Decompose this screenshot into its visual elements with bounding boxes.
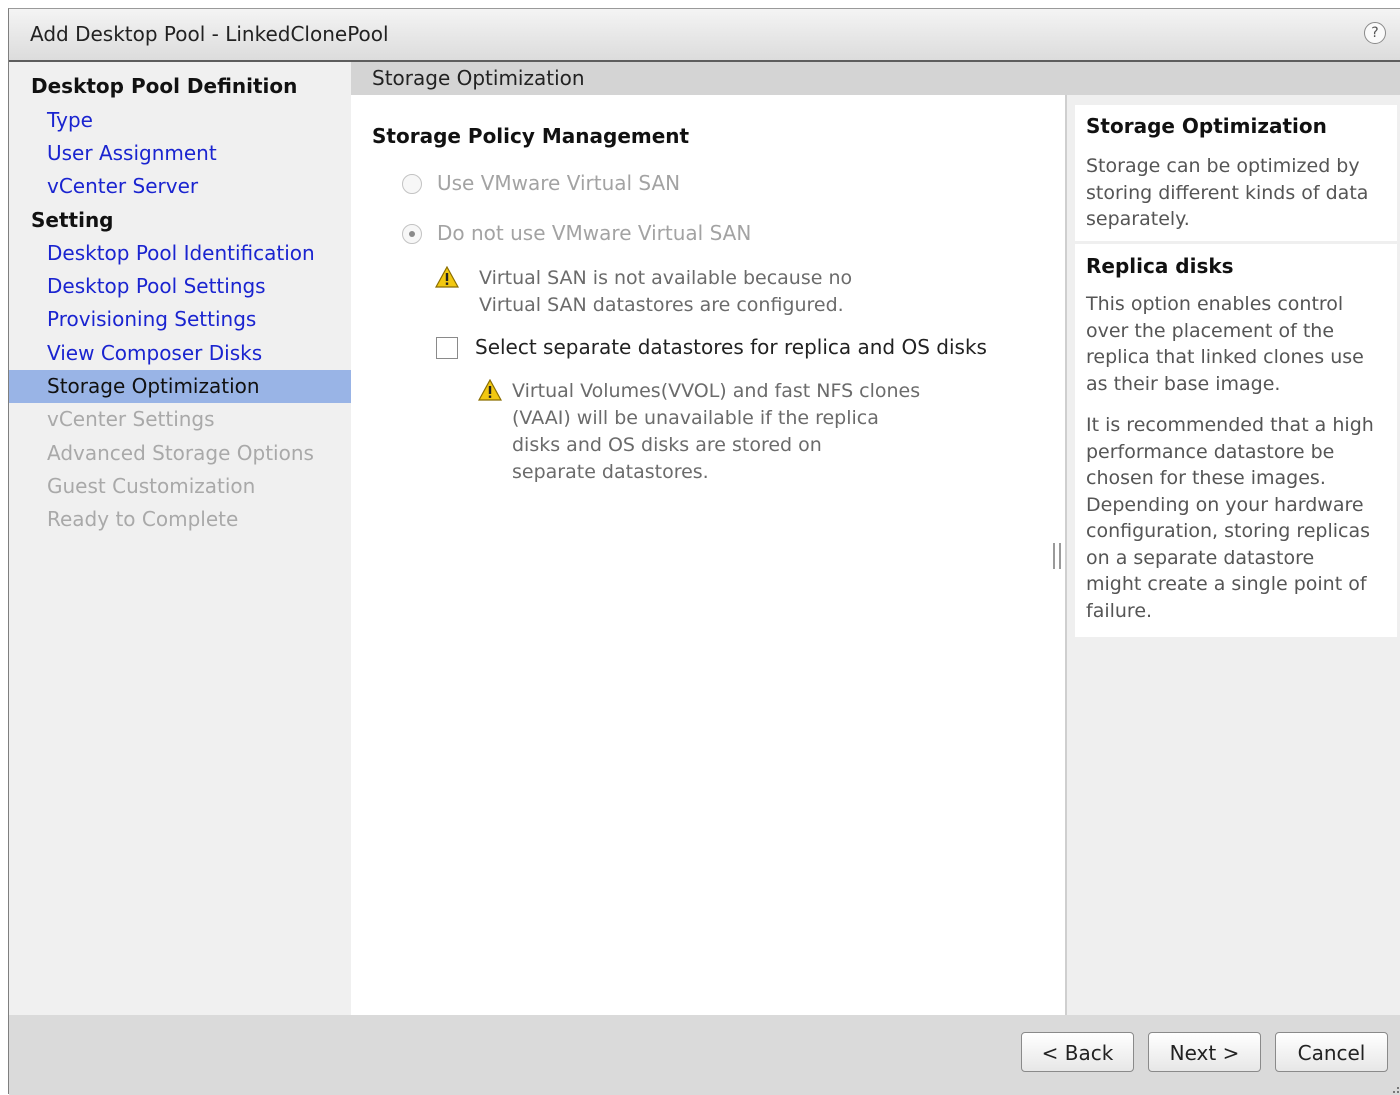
next-button[interactable]: Next > [1148,1032,1261,1072]
nav-item-advanced-storage-options: Advanced Storage Options [47,441,314,465]
nav-item-view-composer-disks[interactable]: View Composer Disks [9,337,351,370]
page-title: Storage Optimization [372,66,585,90]
nav-section-definition: Desktop Pool Definition [31,74,298,98]
radio-do-not-use-vsan-label: Do not use VMware Virtual SAN [437,221,752,245]
separate-datastores-label[interactable]: Select separate datastores for replica a… [475,335,987,359]
back-button[interactable]: < Back [1021,1032,1134,1072]
separate-datastores-checkbox[interactable] [436,337,458,359]
help-replica-p1: This option enables control over the pla… [1086,291,1397,397]
vvol-warning-line: disks and OS disks are stored on [512,434,822,456]
content-header: Storage Optimization [351,62,1400,95]
help-replica-line: chosen for these images. [1086,467,1326,489]
help-title: Storage Optimization [1086,114,1327,138]
warning-icon [478,379,502,401]
radio-use-vsan-label: Use VMware Virtual SAN [437,171,681,195]
radio-use-vsan [402,174,422,194]
help-replica-title: Replica disks [1086,254,1234,278]
help-icon[interactable]: ? [1364,22,1386,44]
help-intro-box: Storage Optimization Storage can be opti… [1075,105,1397,241]
help-panel: Storage Optimization Storage can be opti… [1067,95,1400,1015]
vsan-warning-text: Virtual SAN is not available because no … [479,265,852,319]
nav-item-type[interactable]: Type [9,104,351,137]
help-replica-line: This option enables control [1086,293,1344,315]
cancel-button[interactable]: Cancel [1275,1032,1388,1072]
main-content: Storage Policy Management Use VMware Vir… [351,95,1065,1015]
vvol-warning-line: Virtual Volumes(VVOL) and fast NFS clone… [512,380,921,402]
vvol-warning-text: Virtual Volumes(VVOL) and fast NFS clone… [512,378,920,486]
vsan-warning-line: Virtual SAN datastores are configured. [479,294,844,316]
help-intro-line: storing different kinds of data [1086,181,1369,204]
help-replica-line: might create a single point of [1086,573,1367,595]
nav-item-desktop-pool-identification[interactable]: Desktop Pool Identification [9,237,351,270]
vvol-warning-line: separate datastores. [512,461,709,483]
nav-section-setting: Setting [31,208,114,232]
help-replica-box: Replica disks This option enables contro… [1075,244,1397,637]
help-replica-line: performance datastore be [1086,440,1335,463]
help-intro-line: Storage can be optimized by [1086,155,1360,177]
window-title: Add Desktop Pool - LinkedClonePool [30,22,389,46]
wizard-window: Add Desktop Pool - LinkedClonePool ? Des… [8,8,1400,1095]
help-replica-line: as their base image. [1086,372,1281,395]
warning-icon [435,266,459,288]
vsan-warning-line: Virtual SAN is not available because no [479,267,853,289]
help-intro-text: Storage can be optimized by storing diff… [1086,153,1397,233]
nav-item-storage-optimization[interactable]: Storage Optimization [9,370,351,403]
help-replica-line: failure. [1086,599,1153,622]
help-replica-p2: It is recommended that a high performanc… [1086,412,1397,624]
nav-item-desktop-pool-settings[interactable]: Desktop Pool Settings [9,270,351,303]
wizard-nav: Desktop Pool Definition Type User Assign… [9,62,351,1015]
splitter-grip-icon[interactable] [1053,543,1061,569]
title-bar: Add Desktop Pool - LinkedClonePool ? [9,9,1400,62]
help-intro-line: separately. [1086,208,1190,230]
nav-item-ready-to-complete: Ready to Complete [47,507,239,531]
help-replica-line: replica that linked clones use [1086,346,1364,368]
nav-item-provisioning-settings[interactable]: Provisioning Settings [9,303,351,336]
resize-grip-icon[interactable] [1388,1082,1400,1094]
vvol-warning-line: (VAAI) will be unavailable if the replic… [512,407,879,429]
help-replica-line: over the placement of the [1086,319,1335,342]
help-replica-line: configuration, storing replicas [1086,520,1371,542]
radio-do-not-use-vsan [402,224,422,244]
section-title: Storage Policy Management [372,124,690,148]
nav-item-user-assignment[interactable]: User Assignment [9,137,351,170]
help-replica-line: on a separate datastore [1086,546,1315,569]
help-replica-line: Depending on your hardware [1086,493,1364,516]
nav-item-vcenter-server[interactable]: vCenter Server [9,170,351,203]
nav-item-guest-customization: Guest Customization [47,474,256,498]
nav-item-vcenter-settings: vCenter Settings [47,407,215,431]
help-replica-line: It is recommended that a high [1086,414,1374,436]
